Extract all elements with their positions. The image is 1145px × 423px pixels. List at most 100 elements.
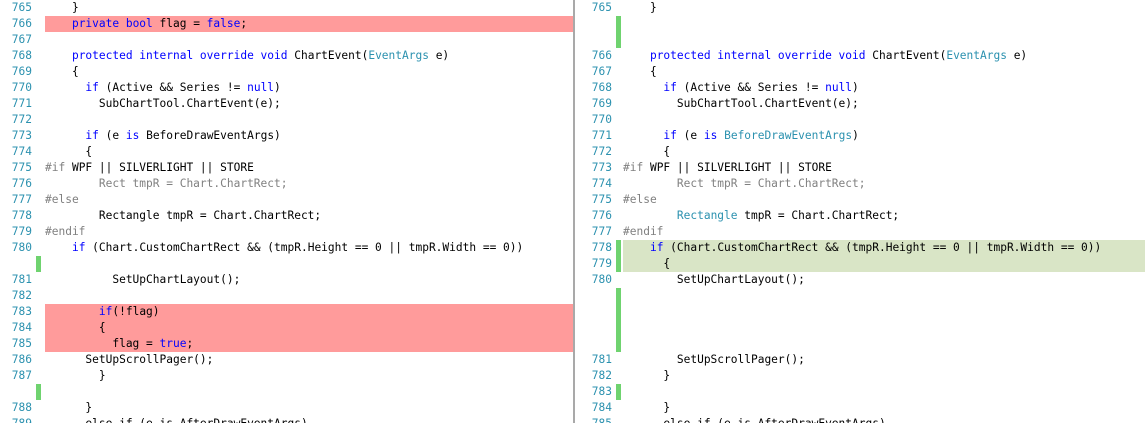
right-code-line[interactable]: 780 SetUpChartLayout(); [580, 272, 1145, 288]
code-token: flag = [152, 17, 207, 30]
right-code-line-filler[interactable] [580, 336, 1145, 352]
right-code-line-filler[interactable] [580, 320, 1145, 336]
code-token: } [45, 1, 79, 14]
right-code-line[interactable]: 775 #else [580, 192, 1145, 208]
right-code-line[interactable]: 770 [580, 112, 1145, 128]
line-number: 780 [11, 241, 32, 254]
left-code-line[interactable]: 776 Rect tmpR = Chart.ChartRect; [0, 176, 573, 192]
left-code-line[interactable]: 765 } [0, 0, 573, 16]
left-code-line[interactable]: 789 else if (e is AfterDrawEventArgs) [0, 416, 573, 423]
change-marker [616, 288, 621, 304]
right-code-line[interactable]: 767 { [580, 64, 1145, 80]
left-code-line[interactable]: 780 if (Chart.CustomChartRect && (tmpR.H… [0, 240, 573, 256]
right-code-line[interactable]: 773 #if WPF || SILVERLIGHT || STORE [580, 160, 1145, 176]
left-code-line-filler[interactable] [0, 256, 573, 272]
code-token: ) [274, 81, 281, 94]
left-code-line[interactable]: 773 if (e is BeforeDrawEventArgs) [0, 128, 573, 144]
right-code-line[interactable]: 782 } [580, 368, 1145, 384]
left-code-line-filler[interactable] [0, 384, 573, 400]
left-code-line[interactable]: 772 [0, 112, 573, 128]
left-code-line-removed[interactable]: 767 [0, 32, 573, 48]
line-number: 787 [11, 369, 32, 382]
left-code-line-removed[interactable]: 782 [0, 288, 573, 304]
right-code-line[interactable]: 785 else if (e is AfterDrawEventArgs) [580, 416, 1145, 423]
code-text: SetUpChartLayout(); [623, 272, 1145, 288]
right-code-line[interactable]: 769 SubChartTool.ChartEvent(e); [580, 96, 1145, 112]
left-code-line-removed[interactable]: 784 { [0, 320, 573, 336]
left-code-line[interactable]: 768 protected internal override void Cha… [0, 48, 573, 64]
line-number: 765 [11, 1, 32, 14]
left-code-line[interactable]: 777 #else [0, 192, 573, 208]
code-text: if (Active && Series != null) [623, 80, 1145, 96]
right-code-line-filler[interactable] [580, 32, 1145, 48]
code-token: EventArgs [946, 49, 1007, 62]
left-code-line[interactable]: 778 Rectangle tmpR = Chart.ChartRect; [0, 208, 573, 224]
change-marker [616, 400, 621, 416]
left-diff-pane[interactable]: 765 } 766 private bool flag = false; 767 76… [0, 0, 573, 423]
code-token: EventArgs [368, 49, 429, 62]
left-code-line-removed[interactable]: 766 private bool flag = false; [0, 16, 573, 32]
change-marker [616, 256, 621, 272]
change-marker [616, 224, 621, 240]
code-token: true [159, 337, 187, 350]
line-number: 785 [580, 416, 612, 423]
code-token: { [45, 65, 79, 78]
code-text: Rect tmpR = Chart.ChartRect; [623, 176, 1145, 192]
left-code-line[interactable]: 781 SetUpChartLayout(); [0, 272, 573, 288]
left-code-line[interactable]: 770 if (Active && Series != null) [0, 80, 573, 96]
code-token: ) [852, 129, 859, 142]
code-text: #if WPF || SILVERLIGHT || STORE [45, 160, 573, 176]
left-code-line[interactable]: 787 } [0, 368, 573, 384]
code-token: (Active && Series != [98, 81, 248, 94]
right-code-line[interactable]: 772 { [580, 144, 1145, 160]
right-code-line-filler[interactable] [580, 16, 1145, 32]
left-code-line[interactable]: 779 #endif [0, 224, 573, 240]
right-code-line[interactable]: 765 } [580, 0, 1145, 16]
right-code-line-added[interactable]: 783 [580, 384, 1145, 400]
right-code-line[interactable]: 784 } [580, 400, 1145, 416]
right-code-line-filler[interactable] [580, 288, 1145, 304]
code-text: if (e is BeforeDrawEventArgs) [623, 128, 1145, 144]
left-code-line-removed[interactable]: 783 if(!flag) [0, 304, 573, 320]
change-marker [616, 368, 621, 384]
right-code-line[interactable]: 774 Rect tmpR = Chart.ChartRect; [580, 176, 1145, 192]
right-code-line[interactable]: 777 #endif [580, 224, 1145, 240]
code-token: else if (e is AfterDrawEventArgs) [623, 417, 885, 423]
left-code-line[interactable]: 786 SetUpScrollPager(); [0, 352, 573, 368]
code-text: SubChartTool.ChartEvent(e); [623, 96, 1145, 112]
left-code-line[interactable]: 769 { [0, 64, 573, 80]
code-token: { [623, 257, 671, 270]
change-marker [616, 320, 621, 336]
code-token: #if [45, 161, 66, 174]
right-code-line-added[interactable]: 779 { [580, 256, 1145, 272]
right-code-line-filler[interactable] [580, 304, 1145, 320]
right-code-line[interactable]: 766 protected internal override void Cha… [580, 48, 1145, 64]
left-code-line-removed[interactable]: 785 flag = true; [0, 336, 573, 352]
code-token: WPF || SILVERLIGHT || STORE [65, 161, 254, 174]
left-code-line[interactable]: 788 } [0, 400, 573, 416]
pane-splitter[interactable] [573, 0, 580, 423]
code-token: protected internal override void [649, 49, 866, 62]
left-code-line[interactable]: 775 #if WPF || SILVERLIGHT || STORE [0, 160, 573, 176]
right-code-line[interactable]: 771 if (e is BeforeDrawEventArgs) [580, 128, 1145, 144]
right-code-line[interactable]: 776 Rectangle tmpR = Chart.ChartRect; [580, 208, 1145, 224]
left-code-line[interactable]: 774 { [0, 144, 573, 160]
code-token: ; [240, 17, 248, 30]
code-text: #endif [45, 224, 573, 240]
line-number: 788 [11, 401, 32, 414]
left-code-line[interactable]: 771 SubChartTool.ChartEvent(e); [0, 96, 573, 112]
right-code-line[interactable]: 781 SetUpScrollPager(); [580, 352, 1145, 368]
right-diff-pane[interactable]: 765 } 766 protected internal override voi… [580, 0, 1145, 423]
code-token: null [825, 81, 853, 94]
right-code-line[interactable]: 768 if (Active && Series != null) [580, 80, 1145, 96]
code-token: if [85, 129, 99, 142]
code-text: #endif [623, 224, 1145, 240]
code-text: if (e is BeforeDrawEventArgs) [45, 128, 573, 144]
code-text: Rectangle tmpR = Chart.ChartRect; [623, 208, 1145, 224]
code-text: } [623, 368, 1145, 384]
change-marker [36, 288, 41, 304]
code-token: } [45, 401, 93, 414]
right-code-line-added[interactable]: 778 if (Chart.CustomChartRect && (tmpR.H… [580, 240, 1145, 256]
code-token: is [703, 129, 718, 142]
